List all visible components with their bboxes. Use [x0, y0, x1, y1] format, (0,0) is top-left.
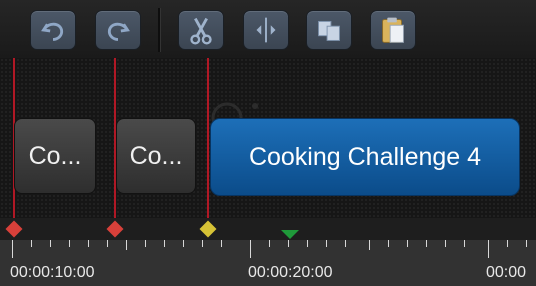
ruler-minor-tick — [202, 240, 203, 247]
toolbar-separator — [158, 8, 161, 52]
ruler-mid-tick — [369, 240, 370, 250]
callout-clip-selected[interactable]: Cooking Challenge 4 — [210, 118, 520, 196]
ruler-minor-tick — [269, 240, 270, 247]
undo-button[interactable] — [30, 10, 76, 50]
ruler-minor-tick — [288, 240, 289, 247]
ruler-minor-tick — [164, 240, 165, 247]
marker-diamond-selected-icon[interactable] — [199, 220, 217, 238]
copy-icon — [318, 20, 340, 41]
undo-icon — [41, 22, 64, 41]
ruler-minor-tick — [31, 240, 32, 247]
timeline-toolbar — [0, 0, 536, 59]
ruler-minor-tick — [526, 240, 527, 247]
playhead-triangle-icon[interactable] — [281, 230, 299, 240]
ruler-minor-tick — [464, 240, 465, 247]
marker-diamond-icon[interactable] — [106, 220, 124, 238]
split-icon — [256, 17, 276, 43]
ruler-minor-tick — [183, 240, 184, 247]
marker-diamond-icon[interactable] — [5, 220, 23, 238]
paste-button[interactable] — [370, 10, 416, 50]
split-button[interactable] — [243, 10, 289, 50]
paste-icon — [382, 17, 404, 43]
cut-button[interactable] — [178, 10, 224, 50]
ruler-minor-tick — [221, 240, 222, 247]
ruler-minor-tick — [326, 240, 327, 247]
callout-label: Cooking Challenge 4 — [248, 142, 482, 171]
ruler-minor-tick — [107, 240, 108, 247]
ruler-major-tick — [12, 240, 13, 258]
ruler-minor-tick — [507, 240, 508, 247]
callout-clip[interactable]: Co... — [116, 118, 196, 194]
copy-button[interactable] — [306, 10, 352, 50]
marker-track — [0, 218, 536, 240]
ruler-timecode-label: 00:00 — [486, 264, 527, 281]
redo-button[interactable] — [95, 10, 141, 50]
ruler-minor-tick — [388, 240, 389, 247]
ruler-mid-tick — [126, 240, 127, 250]
ruler-timecode-label: 00:00:20:00 — [248, 264, 333, 281]
ruler-minor-tick — [445, 240, 446, 247]
callout-label: Co... — [129, 141, 183, 170]
ruler-minor-tick — [69, 240, 70, 247]
scissors-icon — [190, 17, 212, 45]
ruler-minor-tick — [307, 240, 308, 247]
callout-label: Co... — [28, 141, 82, 170]
ruler-minor-tick — [426, 240, 427, 247]
ruler-minor-tick — [88, 240, 89, 247]
callout-clip[interactable]: Co... — [14, 118, 96, 194]
ruler-major-tick — [250, 240, 251, 258]
ruler-minor-tick — [407, 240, 408, 247]
ruler-minor-tick — [50, 240, 51, 247]
ruler-major-tick — [488, 240, 489, 258]
ruler-timecode-label: 00:00:10:00 — [10, 264, 95, 281]
redo-icon — [107, 22, 130, 41]
time-ruler[interactable]: 00:00:10:00 00:00:20:00 00:00 — [0, 240, 536, 286]
ruler-minor-tick — [345, 240, 346, 247]
ruler-minor-tick — [145, 240, 146, 247]
